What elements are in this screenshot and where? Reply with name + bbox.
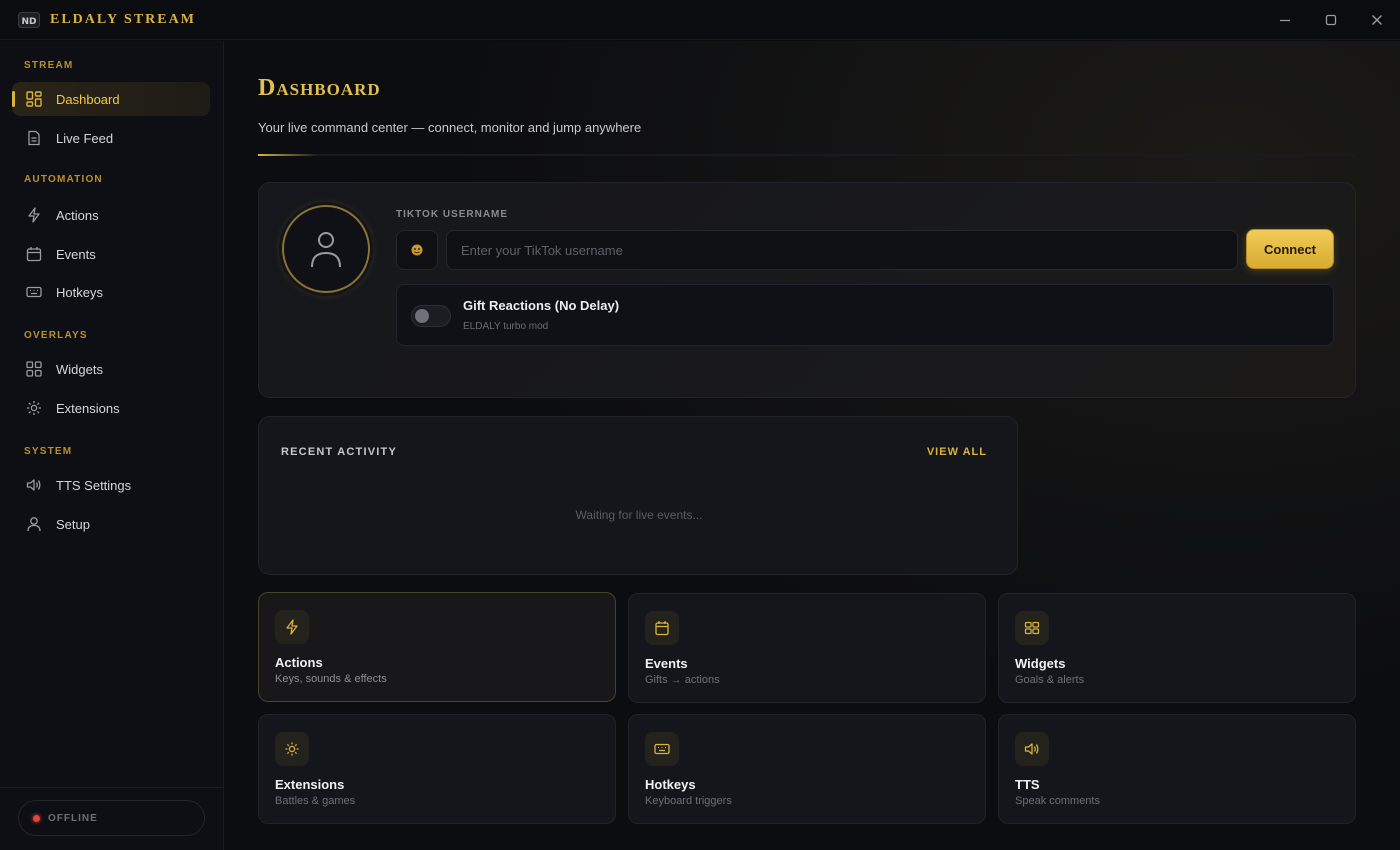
window-controls	[1262, 0, 1400, 40]
tile-hotkeys[interactable]: Hotkeys Keyboard triggers	[628, 714, 986, 824]
keyboard-icon	[25, 283, 43, 301]
sidebar-item-tts-settings[interactable]: TTS Settings	[12, 468, 210, 502]
dashboard-grid-icon	[25, 90, 43, 108]
tile-title: Extensions	[275, 777, 345, 792]
tile-subtitle: Speak comments	[1015, 795, 1100, 807]
tile-widgets[interactable]: Widgets Goals & alerts	[998, 593, 1356, 703]
connect-button[interactable]: Connect	[1246, 229, 1334, 269]
tile-events[interactable]: Events Gifts → actions	[628, 593, 986, 703]
sidebar-item-widgets[interactable]: Widgets	[12, 352, 210, 386]
minimize-button[interactable]	[1262, 0, 1308, 40]
keyboard-icon	[645, 732, 679, 766]
tile-subtitle: Battles & games	[275, 795, 356, 807]
gift-reactions-toggle[interactable]	[411, 305, 451, 327]
speaker-icon	[1015, 732, 1049, 766]
sidebar-item-live-feed[interactable]: Live Feed	[12, 121, 210, 155]
status-dot-icon	[33, 814, 40, 822]
sidebar-item-label: Dashboard	[56, 91, 120, 107]
gift-reactions-row: Gift Reactions (No Delay) ELDALY turbo m…	[396, 284, 1334, 346]
sidebar-item-label: Widgets	[56, 361, 103, 377]
tile-title: Widgets	[1015, 656, 1066, 671]
title-divider	[258, 154, 1356, 156]
sidebar-item-label: Extensions	[56, 400, 120, 416]
main-content: Dashboard Your live command center — con…	[225, 41, 1400, 850]
sidebar-item-label: Actions	[56, 207, 99, 223]
section-label-system: SYSTEM	[24, 446, 73, 457]
tiktok-username-input[interactable]	[446, 230, 1238, 270]
avatar	[282, 205, 370, 293]
speaker-icon	[25, 476, 43, 494]
page-subtitle: Your live command center — connect, moni…	[258, 120, 642, 135]
close-button[interactable]	[1354, 0, 1400, 40]
sidebar-item-events[interactable]: Events	[12, 237, 210, 271]
sidebar-item-hotkeys[interactable]: Hotkeys	[12, 275, 210, 309]
gift-reactions-subtitle: ELDALY turbo mod	[463, 321, 549, 332]
widgets-grid-icon	[25, 360, 43, 378]
minimize-icon	[1280, 19, 1290, 22]
tile-subtitle: Keyboard triggers	[645, 795, 732, 807]
section-label-overlays: OVERLAYS	[24, 330, 88, 341]
document-icon	[25, 129, 43, 147]
sidebar-item-label: Events	[56, 246, 96, 262]
sidebar-item-label: TTS Settings	[56, 477, 132, 493]
connection-status: OFFLINE	[18, 800, 205, 836]
sidebar: STREAM Dashboard Live Feed AUTOMATION Ac…	[0, 41, 224, 850]
bolt-icon	[275, 610, 309, 644]
svg-text:ND: ND	[21, 17, 36, 27]
section-label-automation: AUTOMATION	[24, 174, 103, 185]
view-all-link[interactable]: VIEW ALL	[927, 446, 987, 458]
tile-actions[interactable]: Actions Keys, sounds & effects	[258, 592, 616, 702]
status-label: OFFLINE	[48, 812, 98, 824]
recent-activity-title: RECENT ACTIVITY	[281, 446, 397, 458]
sidebar-item-dashboard[interactable]: Dashboard	[12, 82, 210, 116]
connect-card: TIKTOK USERNAME Connect Gift Reactions (…	[258, 182, 1356, 398]
tiktok-icon	[396, 230, 438, 270]
tile-extensions[interactable]: Extensions Battles & games	[258, 714, 616, 824]
maximize-icon	[1325, 14, 1337, 26]
tile-title: TTS	[1015, 777, 1040, 792]
title-bar: ND ELDALY STREAM	[0, 0, 1400, 40]
sidebar-item-extensions[interactable]: Extensions	[12, 391, 210, 425]
user-icon	[311, 232, 341, 268]
widgets-grid-icon	[1015, 611, 1049, 645]
tile-title: Actions	[275, 655, 323, 670]
user-icon	[25, 515, 43, 533]
tile-tts[interactable]: TTS Speak comments	[998, 714, 1356, 824]
toggle-knob	[415, 309, 429, 323]
recent-activity-card: RECENT ACTIVITY VIEW ALL Waiting for liv…	[258, 416, 1018, 575]
tile-subtitle: Keys, sounds & effects	[275, 673, 387, 685]
close-icon	[1372, 15, 1382, 25]
sidebar-divider	[0, 787, 223, 788]
tile-subtitle: Gifts → actions	[645, 674, 720, 686]
sidebar-item-setup[interactable]: Setup	[12, 507, 210, 541]
tiktok-username-label: TIKTOK USERNAME	[396, 209, 509, 220]
activity-empty-state: Waiting for live events...	[575, 508, 703, 522]
tile-subtitle: Goals & alerts	[1015, 674, 1085, 686]
tile-title: Events	[645, 656, 688, 671]
bolt-icon	[25, 206, 43, 224]
section-label-stream: STREAM	[24, 60, 74, 71]
tile-title: Hotkeys	[645, 777, 696, 792]
logo-icon: ND	[18, 11, 40, 28]
sidebar-item-label: Setup	[56, 516, 90, 532]
gift-reactions-title: Gift Reactions (No Delay)	[463, 298, 620, 313]
app-logo: ND	[18, 11, 40, 29]
app-title: ELDALY STREAM	[50, 11, 196, 27]
gear-icon	[275, 732, 309, 766]
maximize-button[interactable]	[1308, 0, 1354, 40]
gear-icon	[25, 399, 43, 417]
sidebar-item-label: Hotkeys	[56, 284, 103, 300]
calendar-icon	[25, 245, 43, 263]
page-title: Dashboard	[258, 75, 381, 101]
calendar-icon	[645, 611, 679, 645]
sidebar-item-label: Live Feed	[56, 130, 114, 146]
sidebar-item-actions[interactable]: Actions	[12, 198, 210, 232]
